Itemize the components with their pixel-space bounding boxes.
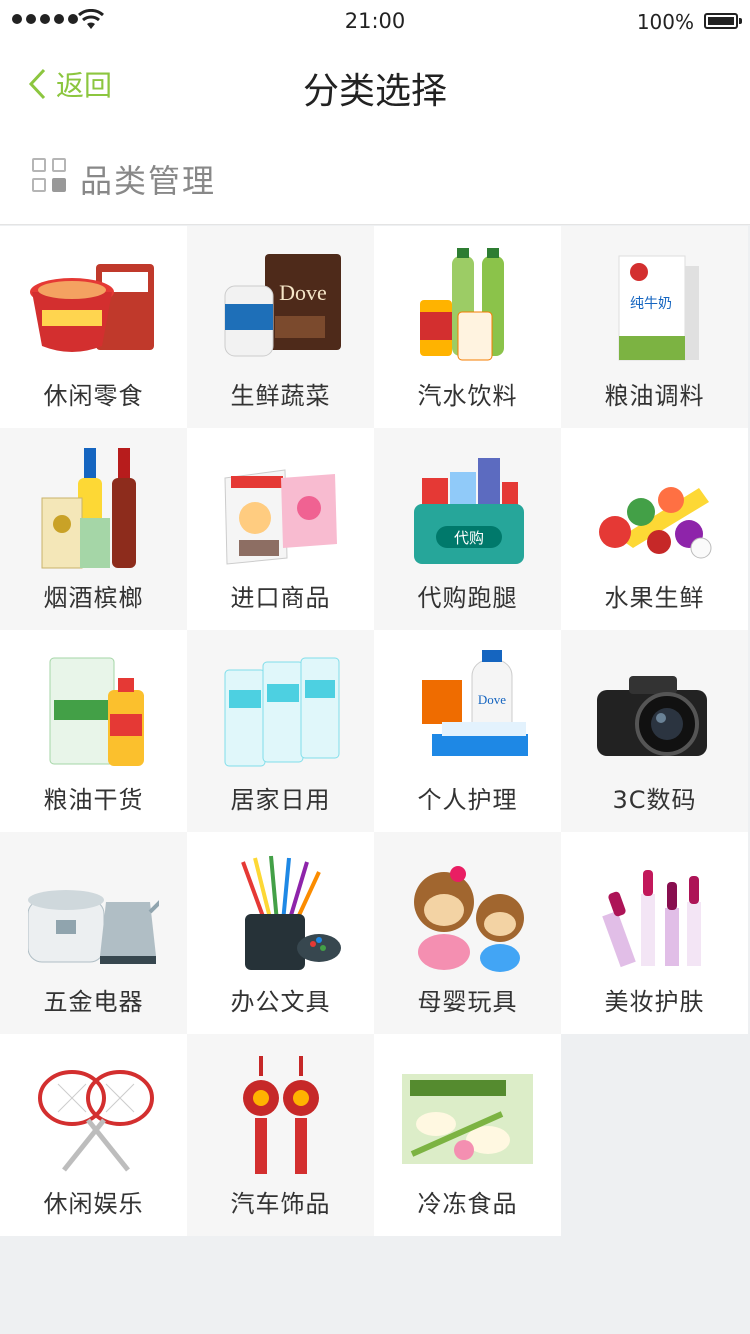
category-item[interactable]: 母婴玩具 (374, 832, 561, 1034)
errand-box-icon: 代购 (414, 458, 524, 564)
rice-oil-icon (49, 657, 144, 766)
category-label: 办公文具 (230, 988, 331, 1016)
appliances-icon (28, 890, 159, 964)
category-item[interactable]: 办公文具 (187, 832, 374, 1034)
rackets-icon (38, 1070, 154, 1172)
section-title: 品类管理 (80, 162, 217, 200)
category-item[interactable]: 汽水饮料 (374, 226, 561, 428)
category-item[interactable]: 进口商品 (187, 428, 374, 630)
category-label: 粮油干货 (43, 786, 144, 814)
category-label: 烟酒槟榔 (43, 584, 144, 612)
battery-percentage: 100% (636, 10, 694, 34)
svg-text:Dove: Dove (279, 280, 327, 305)
category-item[interactable]: 休闲娱乐 (0, 1034, 187, 1236)
category-label: 美妆护肤 (604, 988, 705, 1016)
category-item[interactable]: Dove 个人护理 (374, 630, 561, 832)
beer-cigarettes-icon (41, 448, 136, 569)
snacks-icon (30, 264, 154, 352)
battery-icon (704, 13, 742, 29)
category-item[interactable]: Dove 生鲜蔬菜 (187, 226, 374, 428)
lipstick-icon (602, 870, 701, 968)
chinese-knot-icon (243, 1056, 319, 1174)
category-label: 五金电器 (43, 988, 144, 1016)
fruits-vegetables-icon (599, 487, 712, 559)
grid-icon (32, 158, 66, 192)
frozen-food-icon (402, 1074, 533, 1164)
category-label: 休闲娱乐 (43, 1190, 144, 1218)
category-label: 进口商品 (230, 584, 331, 612)
category-item[interactable]: 粮油干货 (0, 630, 187, 832)
category-item[interactable]: 代购 代购跑腿 (374, 428, 561, 630)
category-item[interactable]: 休闲零食 (0, 226, 187, 428)
candy-chocolate-icon: Dove (224, 254, 341, 357)
status-bar: 21:00 100% (0, 0, 750, 42)
category-item[interactable]: 居家日用 (187, 630, 374, 832)
imported-snacks-icon (224, 469, 337, 565)
category-label: 居家日用 (230, 786, 331, 814)
section-header: 品类管理 (0, 128, 750, 225)
category-label: 粮油调料 (604, 382, 705, 410)
category-item[interactable]: 水果生鲜 (561, 428, 748, 630)
category-label: 母婴玩具 (417, 988, 518, 1016)
category-item[interactable]: 烟酒槟榔 (0, 428, 187, 630)
svg-text:纯牛奶: 纯牛奶 (630, 296, 672, 312)
category-item[interactable]: 美妆护肤 (561, 832, 748, 1034)
category-label: 汽车饰品 (230, 1190, 331, 1218)
plush-toys-icon (414, 866, 524, 972)
navigation-bar: 返回 分类选择 (0, 42, 750, 128)
category-item[interactable]: 汽车饰品 (187, 1034, 374, 1236)
milk-carton-icon: 纯牛奶 (618, 255, 699, 361)
category-label: 汽水饮料 (417, 382, 518, 410)
drinks-icon (420, 248, 504, 361)
category-label: 3C数码 (612, 786, 697, 814)
category-label: 生鲜蔬菜 (230, 382, 331, 410)
category-item[interactable]: 3C数码 (561, 630, 748, 832)
category-item[interactable]: 纯牛奶 粮油调料 (561, 226, 748, 428)
category-item[interactable]: 冷冻食品 (374, 1034, 561, 1236)
stationery-icon (241, 855, 341, 970)
svg-text:Dove: Dove (478, 692, 506, 707)
category-label: 水果生鲜 (604, 584, 705, 612)
category-label: 代购跑腿 (417, 584, 518, 612)
svg-text:代购: 代购 (454, 529, 484, 547)
page-title: 分类选择 (302, 71, 447, 112)
category-label: 冷冻食品 (417, 1190, 518, 1218)
toiletries-icon: Dove (422, 650, 528, 756)
tissue-rolls-icon (224, 657, 340, 767)
category-label: 休闲零食 (43, 382, 144, 410)
camera-icon (597, 676, 707, 756)
category-item[interactable]: 五金电器 (0, 832, 187, 1034)
category-label: 个人护理 (417, 786, 518, 814)
